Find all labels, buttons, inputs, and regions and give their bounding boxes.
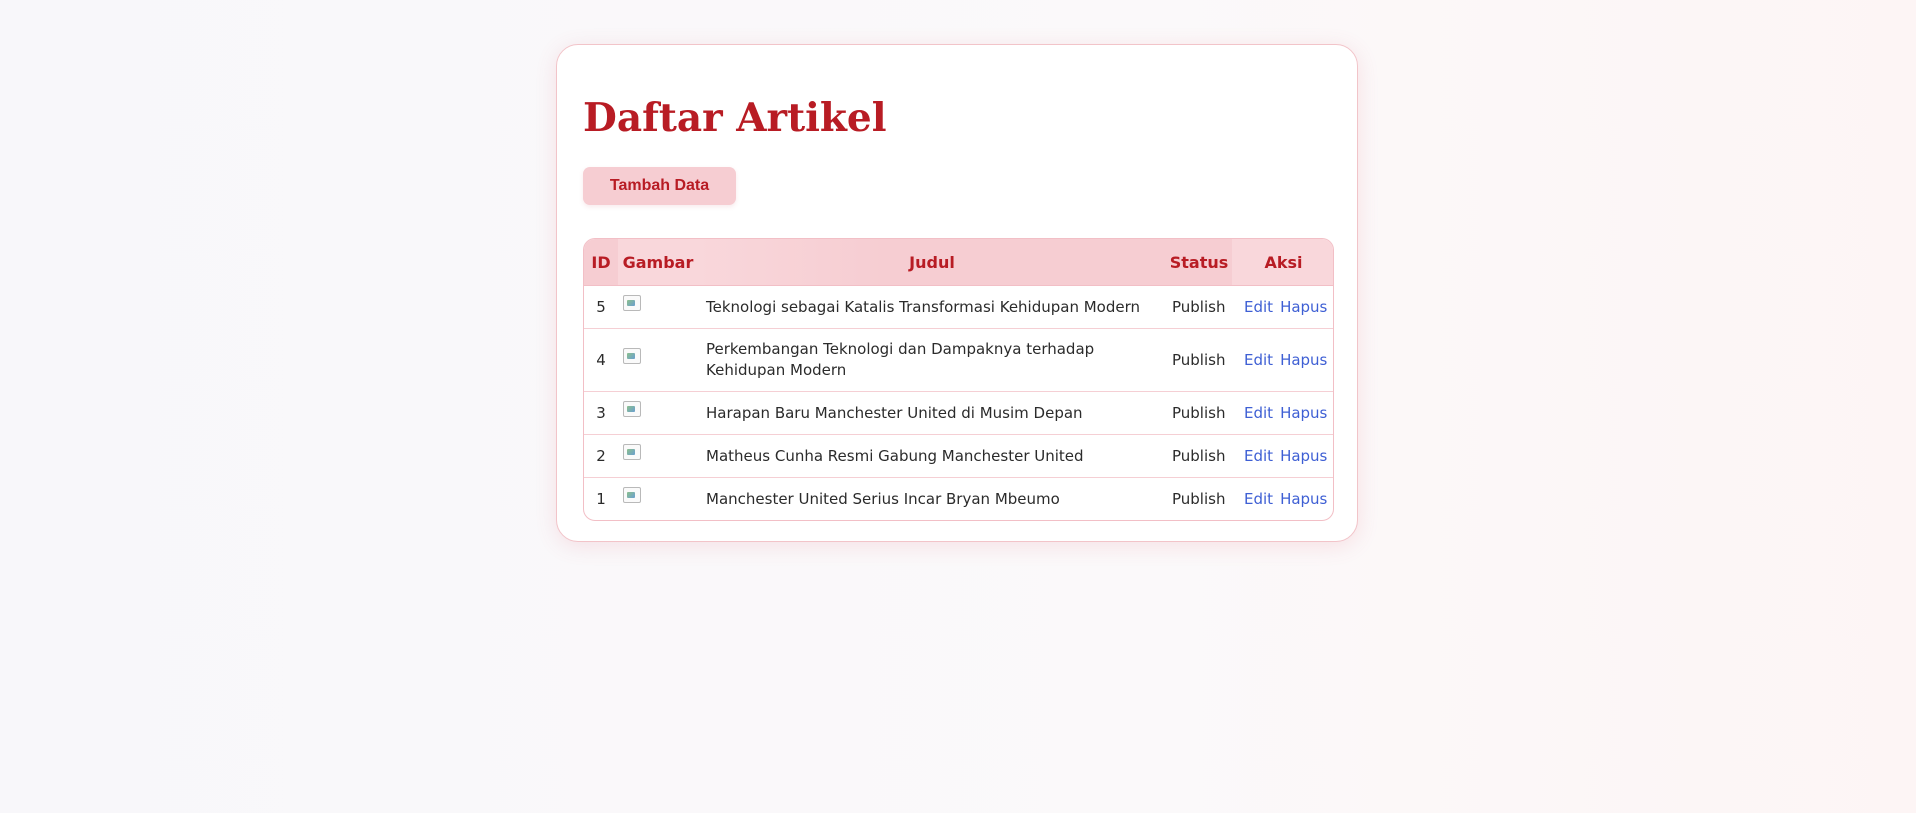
row-title: Teknologi sebagai Katalis Transformasi K… (698, 285, 1166, 329)
delete-link[interactable]: Hapus (1280, 351, 1327, 369)
edit-link[interactable]: Edit (1244, 351, 1273, 369)
table-header-row: ID Gambar Judul Status Aksi (584, 239, 1333, 286)
row-id: 3 (584, 391, 618, 435)
row-status: Publish (1166, 391, 1232, 435)
broken-image-icon (623, 347, 641, 364)
delete-link[interactable]: Hapus (1280, 447, 1327, 465)
row-status: Publish (1166, 285, 1232, 329)
column-header-gambar: Gambar (618, 239, 698, 286)
row-actions: Edit Hapus (1232, 477, 1333, 520)
add-data-button[interactable]: Tambah Data (583, 167, 736, 205)
row-image (618, 391, 698, 435)
edit-link[interactable]: Edit (1244, 298, 1273, 316)
broken-image-icon (623, 400, 641, 417)
edit-link[interactable]: Edit (1244, 447, 1273, 465)
row-image (618, 328, 698, 392)
broken-image-icon (623, 294, 641, 311)
broken-image-icon (623, 443, 641, 460)
table-row: 1 Manchester United Serius Incar Bryan M… (584, 477, 1333, 520)
row-status: Publish (1166, 328, 1232, 392)
table-row: 4 Perkembangan Teknologi dan Dampaknya t… (584, 328, 1333, 392)
row-actions: Edit Hapus (1232, 328, 1333, 392)
row-status: Publish (1166, 477, 1232, 520)
row-title: Manchester United Serius Incar Bryan Mbe… (698, 477, 1166, 520)
table-row: 2 Matheus Cunha Resmi Gabung Manchester … (584, 434, 1333, 478)
row-actions: Edit Hapus (1232, 285, 1333, 329)
article-list-card: Daftar Artikel Tambah Data ID Gambar Jud… (556, 44, 1358, 542)
column-header-judul: Judul (698, 239, 1166, 286)
row-image (618, 285, 698, 329)
delete-link[interactable]: Hapus (1280, 298, 1327, 316)
page-title: Daftar Artikel (583, 95, 887, 141)
row-actions: Edit Hapus (1232, 434, 1333, 478)
row-id: 5 (584, 285, 618, 329)
column-header-aksi: Aksi (1232, 239, 1333, 286)
row-image (618, 477, 698, 520)
table-row: 5 Teknologi sebagai Katalis Transformasi… (584, 285, 1333, 329)
row-status: Publish (1166, 434, 1232, 478)
broken-image-icon (623, 486, 641, 503)
delete-link[interactable]: Hapus (1280, 404, 1327, 422)
row-title: Matheus Cunha Resmi Gabung Manchester Un… (698, 434, 1166, 478)
delete-link[interactable]: Hapus (1280, 490, 1327, 508)
row-title: Harapan Baru Manchester United di Musim … (698, 391, 1166, 435)
row-image (618, 434, 698, 478)
edit-link[interactable]: Edit (1244, 404, 1273, 422)
article-table: ID Gambar Judul Status Aksi 5 Teknologi … (583, 238, 1334, 521)
row-id: 1 (584, 477, 618, 520)
table-row: 3 Harapan Baru Manchester United di Musi… (584, 391, 1333, 435)
column-header-status: Status (1166, 239, 1232, 286)
edit-link[interactable]: Edit (1244, 490, 1273, 508)
row-id: 4 (584, 328, 618, 392)
row-actions: Edit Hapus (1232, 391, 1333, 435)
row-id: 2 (584, 434, 618, 478)
column-header-id: ID (584, 239, 618, 286)
row-title: Perkembangan Teknologi dan Dampaknya ter… (698, 328, 1166, 392)
